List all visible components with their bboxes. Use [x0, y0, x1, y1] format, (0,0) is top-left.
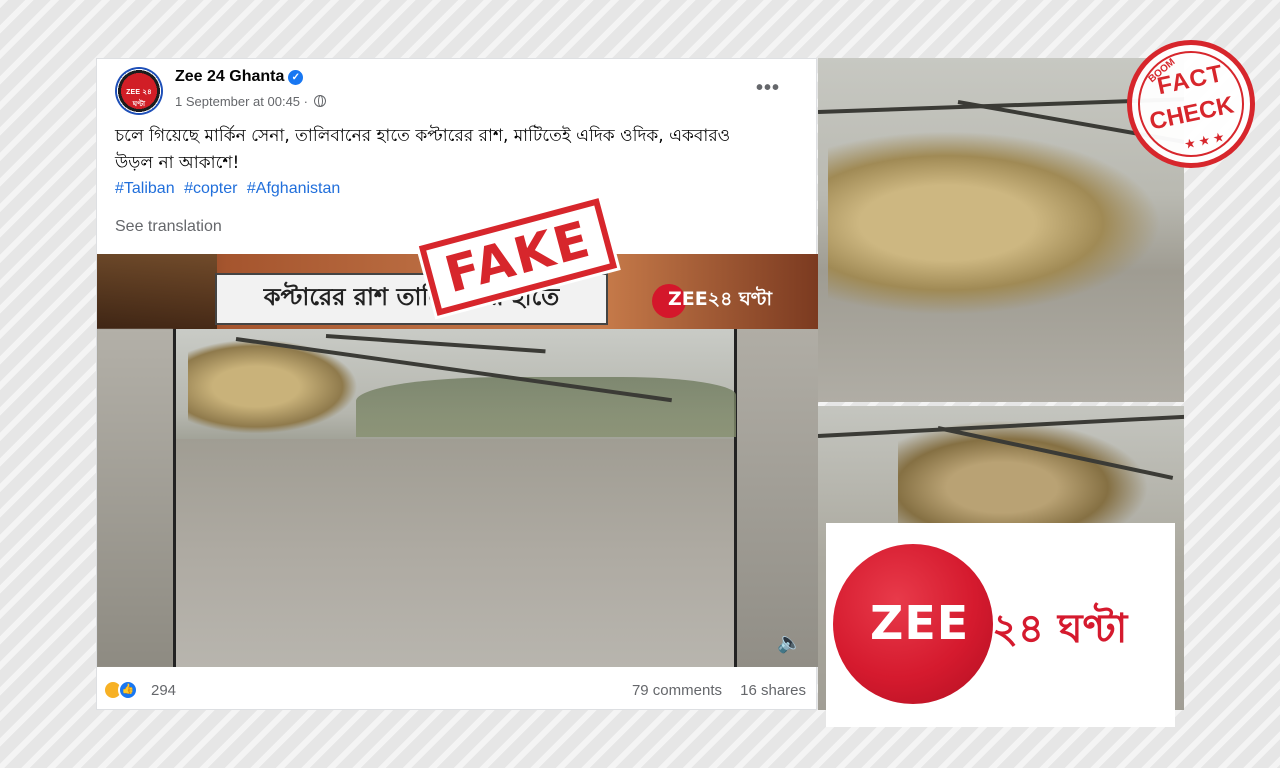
banner-logo-text: ZEE২৪ ঘণ্টা: [668, 288, 773, 310]
logo-zee-text: ZEE: [870, 596, 970, 650]
reaction-count[interactable]: 294: [151, 682, 176, 699]
banner-channel-logo: ZEE২৪ ঘণ্টা: [652, 284, 772, 318]
verified-badge-icon: ✓: [288, 70, 304, 85]
globe-icon: [313, 95, 326, 107]
treeline: [356, 377, 736, 437]
volume-icon[interactable]: 🔈: [777, 630, 802, 655]
post-header: ZEE ২৪ ঘণ্টা Zee 24 Ghanta ✓ 1 September …: [115, 67, 798, 117]
page-name: Zee 24 Ghanta: [175, 68, 285, 85]
reactions-bar: 👍 294 79 comments 16 shares: [97, 671, 818, 709]
post-text: চলে গিয়েছে মার্কিন সেনা, তালিবানের হাতে…: [115, 126, 731, 173]
avatar-logo-text: ZEE ২৪ ঘণ্টা: [126, 89, 152, 108]
video-blur-right: [737, 329, 818, 667]
stamp-stars-icon: ★★★: [1182, 128, 1229, 153]
shares-count[interactable]: 16 shares: [740, 682, 806, 699]
post-timestamp[interactable]: 1 September at 00:45 ·: [175, 94, 326, 109]
video-frame: [173, 329, 737, 667]
logo-bengali-text: ২৪ ঘণ্টা: [992, 606, 1128, 652]
comments-count[interactable]: 79 comments: [632, 682, 722, 699]
zee-24-ghanta-logo: ZEE ২৪ ঘণ্টা: [826, 523, 1175, 727]
hashtags: #Taliban #copter #Afghanistan: [115, 180, 345, 198]
video-player[interactable]: কপ্টারের রাশ তালিবানের হাতে ZEE২৪ ঘণ্টা …: [97, 254, 818, 667]
hashtag-link[interactable]: #Afghanistan: [247, 180, 340, 197]
like-reaction-icon: 👍: [118, 680, 138, 700]
facebook-post: ZEE ২৪ ঘণ্টা Zee 24 Ghanta ✓ 1 September …: [96, 58, 818, 710]
page-name-link[interactable]: Zee 24 Ghanta ✓: [175, 68, 304, 86]
see-translation-link[interactable]: See translation: [115, 218, 222, 236]
page-avatar[interactable]: ZEE ২৪ ঘণ্টা: [115, 67, 163, 115]
helicopter-image: [828, 128, 1168, 318]
video-blur-left: [97, 329, 173, 667]
more-options-icon[interactable]: •••: [756, 78, 780, 98]
banner-soldiers-image: [97, 254, 217, 329]
reaction-icons[interactable]: 👍: [103, 680, 143, 700]
road: [176, 439, 734, 667]
hashtag-link[interactable]: #Taliban: [115, 180, 175, 197]
timestamp-text: 1 September at 00:45 ·: [175, 94, 308, 109]
rotor-blade: [325, 334, 546, 354]
hashtag-link[interactable]: #copter: [184, 180, 237, 197]
